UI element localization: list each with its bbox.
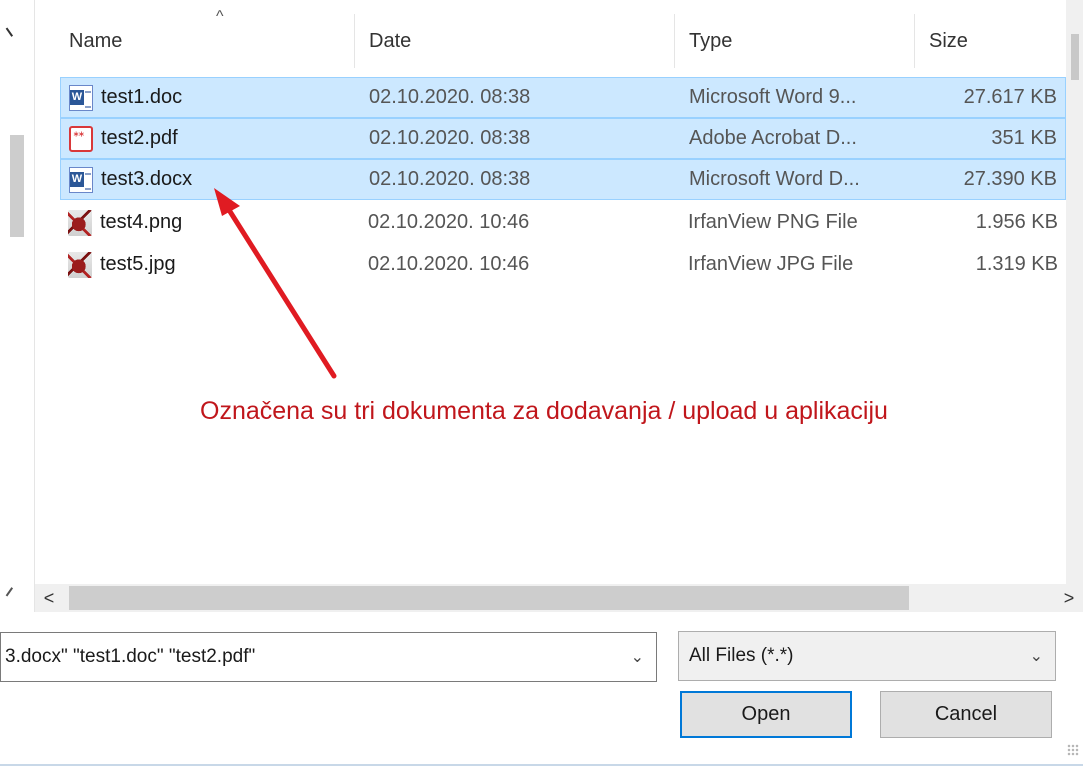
file-type-select-value: All Files (*.*) (689, 645, 794, 666)
file-type: IrfanView JPG File (688, 253, 854, 275)
cancel-button[interactable]: Cancel (880, 691, 1052, 738)
nav-scrollbar-thumb[interactable] (10, 135, 24, 237)
file-row[interactable]: test1.doc 02.10.2020. 08:38 Microsoft Wo… (60, 77, 1066, 118)
file-name-cell: test1.doc (69, 78, 182, 117)
file-name: test5.jpg (100, 253, 176, 275)
filename-input[interactable]: 3.docx" "test1.doc" "test2.pdf" ⌄ (0, 632, 657, 682)
word-doc-icon (69, 84, 93, 111)
annotation-arrow (214, 188, 337, 379)
file-size: 351 KB (991, 127, 1057, 149)
horizontal-scrollbar[interactable]: < > (35, 584, 1083, 612)
column-header-size-label: Size (929, 29, 968, 52)
file-type: IrfanView PNG File (688, 211, 858, 233)
irfanview-image-icon (68, 251, 92, 278)
filename-input-value: 3.docx" "test1.doc" "test2.pdf" (5, 646, 256, 667)
pdf-icon (69, 125, 93, 152)
file-name-cell: test2.pdf (69, 119, 178, 158)
column-header-name[interactable]: Name ^ (55, 8, 355, 68)
file-name-cell: test3.docx (69, 160, 192, 199)
vertical-scrollbar[interactable] (1066, 0, 1083, 584)
file-name-cell: test5.jpg (68, 244, 176, 285)
file-size: 1.319 KB (975, 253, 1058, 275)
navigation-pane-edge (0, 0, 34, 600)
column-header-date-label: Date (369, 29, 412, 52)
word-docx-icon (69, 166, 93, 193)
file-name-cell: test4.png (68, 202, 182, 243)
file-size: 1.956 KB (975, 211, 1058, 233)
file-name: test4.png (100, 211, 183, 233)
column-header-date[interactable]: Date (355, 14, 675, 68)
file-type: Adobe Acrobat D... (689, 127, 857, 149)
file-type: Microsoft Word 9... (689, 86, 857, 108)
file-date: 02.10.2020. 08:38 (369, 168, 531, 190)
open-button[interactable]: Open (680, 691, 852, 738)
annotation-text: Označena su tri dokumenta za dodavanja /… (200, 397, 888, 425)
column-header-size[interactable]: Size (915, 14, 1066, 68)
file-type: Microsoft Word D... (689, 168, 860, 190)
file-row[interactable]: test2.pdf 02.10.2020. 08:38 Adobe Acroba… (60, 118, 1066, 159)
file-date: 02.10.2020. 10:46 (368, 253, 530, 275)
file-date: 02.10.2020. 08:38 (369, 86, 531, 108)
resize-grip-icon[interactable] (1067, 744, 1079, 756)
file-size: 27.390 KB (963, 168, 1057, 190)
column-header-row: Name ^ Date Type Size (35, 8, 1066, 68)
nav-expand-icon[interactable] (5, 25, 17, 37)
file-name: test1.doc (101, 86, 183, 108)
column-header-name-label: Name (69, 29, 123, 52)
scroll-right-icon[interactable]: > (1055, 584, 1083, 612)
column-header-type-label: Type (689, 29, 733, 52)
file-name: test3.docx (101, 168, 193, 190)
file-name: test2.pdf (101, 127, 178, 149)
irfanview-image-icon (68, 209, 92, 236)
horizontal-scrollbar-thumb[interactable] (69, 586, 909, 610)
window-bottom-edge (0, 764, 1083, 766)
pane-divider (34, 0, 35, 612)
file-date: 02.10.2020. 08:38 (369, 127, 531, 149)
chevron-down-icon: ⌄ (1029, 648, 1043, 665)
column-header-type[interactable]: Type (675, 14, 915, 68)
scroll-left-icon[interactable]: < (35, 584, 63, 612)
vertical-scrollbar-thumb[interactable] (1071, 34, 1079, 80)
sort-ascending-icon: ^ (216, 8, 224, 25)
file-date: 02.10.2020. 10:46 (368, 211, 530, 233)
nav-collapse-icon[interactable] (5, 587, 17, 599)
file-type-select[interactable]: All Files (*.*) ⌄ (678, 631, 1056, 681)
file-size: 27.617 KB (963, 86, 1057, 108)
chevron-down-icon[interactable]: ⌄ (631, 647, 644, 667)
